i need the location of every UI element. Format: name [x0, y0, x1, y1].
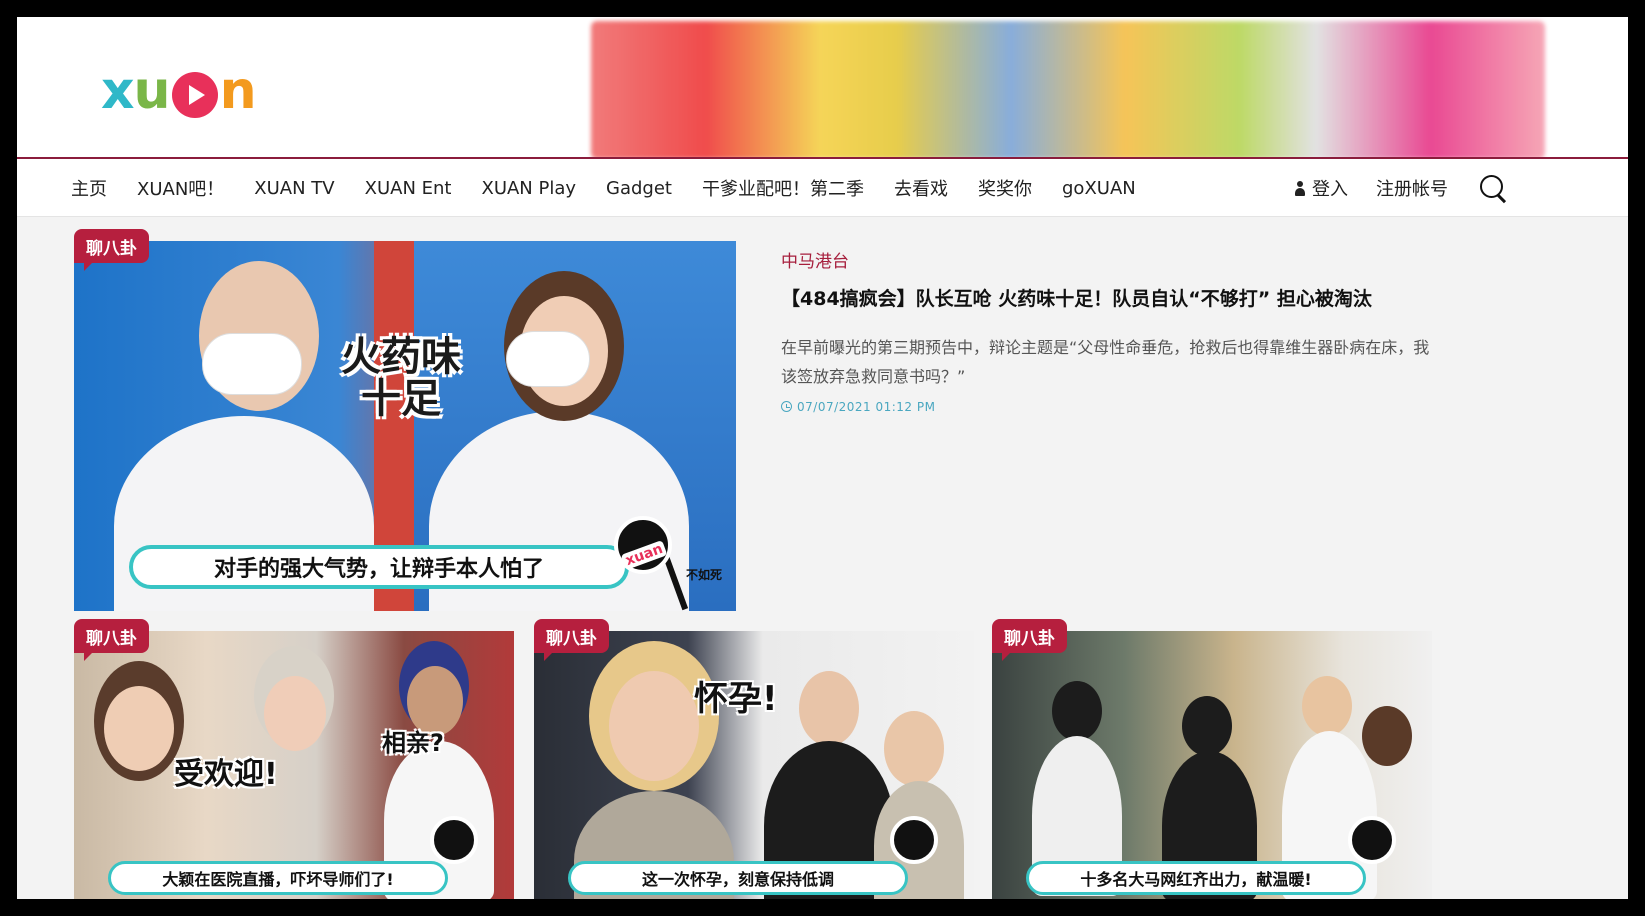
clock-icon [781, 401, 792, 413]
browser-viewport: xun 主页 XUAN吧！ XUAN TV XUAN Ent XUAN Play… [17, 17, 1628, 899]
featured-category-tag[interactable]: 聊八卦 [74, 229, 149, 271]
featured-description: 在早前曝光的第三期预告中，辩论主题是“父母性命垂危，抢救后也得靠维生器卧病在床，… [781, 337, 1430, 387]
card-3-caption: 十多名大马网红齐出力，献温暖! [1026, 861, 1366, 895]
ad-banner[interactable] [591, 21, 1545, 159]
featured-date-text: 07/07/2021 01:12 PM [797, 399, 936, 414]
card-1-overlay-text: 受欢迎! [174, 757, 278, 792]
card-1-category-tag[interactable]: 聊八卦 [74, 619, 149, 661]
featured-image-small-tag: 不如死 [685, 568, 722, 582]
card-3-category-tag[interactable]: 聊八卦 [992, 619, 1067, 661]
microphone-icon [890, 816, 938, 864]
card-1-thumbnail[interactable]: 受欢迎! 相亲? 大颖在医院直播，吓坏导师们了! [74, 631, 514, 899]
card-2-overlay-text: 怀孕! [694, 679, 778, 719]
nav-item-xuan-ent[interactable]: XUAN Ent [365, 178, 452, 199]
register-link[interactable]: 注册帐号 [1376, 175, 1448, 201]
featured-category-link[interactable]: 中马港台 [781, 247, 1431, 272]
site-logo[interactable]: xun [101, 61, 257, 121]
nav-item-watch-drama[interactable]: 去看戏 [894, 175, 948, 201]
nav-item-xuan-play[interactable]: XUAN Play [481, 178, 576, 199]
featured-title[interactable]: 【484搞疯会】队长互呛 火药味十足！队员自认“不够打” 担心被淘汰 [781, 286, 1431, 313]
card-3-thumbnail[interactable]: 十多名大马网红齐出力，献温暖! [992, 631, 1432, 899]
nav-item-rewards[interactable]: 奖奖你 [978, 175, 1032, 201]
nav-item-xuan-ba[interactable]: XUAN吧！ [137, 175, 224, 201]
microphone-icon [430, 816, 478, 864]
site-header: xun [17, 17, 1628, 161]
card-1-overlay-text-2: 相亲? [382, 729, 444, 757]
featured-overlay-text: 火药味十足 [341, 334, 461, 422]
play-icon [171, 72, 218, 118]
card-1-caption: 大颖在医院直播，吓坏导师们了! [108, 861, 448, 895]
card-2-caption: 这一次怀孕，刻意保持低调 [568, 861, 908, 895]
nav-item-gadget[interactable]: Gadget [606, 178, 672, 199]
face-mask [202, 333, 302, 395]
login-link[interactable]: 登入 [1294, 175, 1348, 201]
nav-item-sponsor-season2[interactable]: 干爹业配吧！第二季 [702, 175, 864, 201]
nav-item-home[interactable]: 主页 [71, 175, 107, 201]
user-icon [1294, 180, 1306, 196]
search-icon[interactable] [1478, 173, 1508, 203]
featured-date: 07/07/2021 01:12 PM [781, 400, 1431, 414]
login-label: 登入 [1312, 179, 1348, 200]
card-2-thumbnail[interactable]: 怀孕! 这一次怀孕，刻意保持低调 [534, 631, 974, 899]
card-2-category-tag[interactable]: 聊八卦 [534, 619, 609, 661]
featured-article-text: 中马港台 【484搞疯会】队长互呛 火药味十足！队员自认“不够打” 担心被淘汰 … [781, 247, 1431, 414]
main-navigation: 主页 XUAN吧！ XUAN TV XUAN Ent XUAN Play Gad… [17, 159, 1628, 217]
nav-item-xuan-tv[interactable]: XUAN TV [254, 178, 334, 199]
featured-image-caption: 对手的强大气势，让辩手本人怕了 [129, 545, 629, 589]
nav-item-goxuan[interactable]: goXUAN [1062, 178, 1136, 199]
microphone-icon [1348, 816, 1396, 864]
featured-thumbnail[interactable]: 火药味十足 对手的强大气势，让辩手本人怕了 xuan 不如死 [74, 241, 736, 611]
